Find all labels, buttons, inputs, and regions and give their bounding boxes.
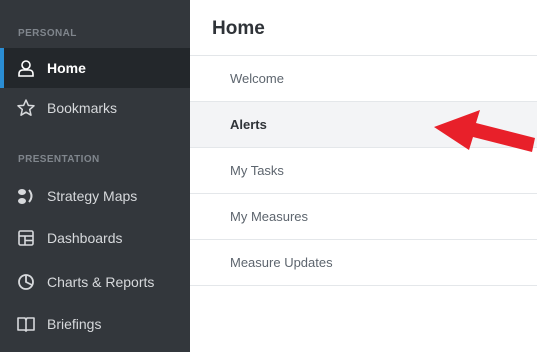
sidebar-item-dashboards[interactable]: Dashboards	[0, 218, 190, 258]
red-arrow-icon	[434, 110, 535, 152]
pie-chart-icon	[16, 272, 36, 292]
strategy-map-icon	[16, 186, 36, 206]
section-label-presentation: PRESENTATION	[18, 154, 100, 165]
sidebar-item-strategy-maps[interactable]: Strategy Maps	[0, 176, 190, 216]
sidebar-item-home[interactable]: Home	[0, 48, 190, 88]
sidebar-item-label: Charts & Reports	[47, 274, 155, 290]
sidebar-item-briefings[interactable]: Briefings	[0, 304, 190, 344]
sidebar-item-bookmarks[interactable]: Bookmarks	[0, 88, 190, 128]
list-item-my-measures[interactable]: My Measures	[190, 194, 537, 240]
page-title: Home	[212, 18, 265, 39]
dashboard-icon	[16, 228, 36, 248]
book-icon	[16, 314, 36, 334]
list-item-welcome[interactable]: Welcome	[190, 56, 537, 102]
star-icon	[16, 98, 36, 118]
sidebar-item-charts-reports[interactable]: Charts & Reports	[0, 262, 190, 302]
list-item-measure-updates[interactable]: Measure Updates	[190, 240, 537, 286]
sidebar-item-label: Briefings	[47, 316, 102, 332]
page-header: Home	[190, 0, 537, 56]
sidebar: PERSONAL Home Bookmarks PRESENTATION Str…	[0, 0, 190, 352]
main-panel: Home Welcome Alerts My Tasks My Measures…	[190, 0, 537, 352]
sidebar-item-label: Bookmarks	[47, 100, 118, 116]
user-icon	[16, 58, 36, 78]
sidebar-item-label: Strategy Maps	[47, 188, 138, 204]
section-label-personal: PERSONAL	[18, 28, 77, 39]
sidebar-item-label: Home	[47, 60, 86, 76]
sidebar-item-label: Dashboards	[47, 230, 123, 246]
